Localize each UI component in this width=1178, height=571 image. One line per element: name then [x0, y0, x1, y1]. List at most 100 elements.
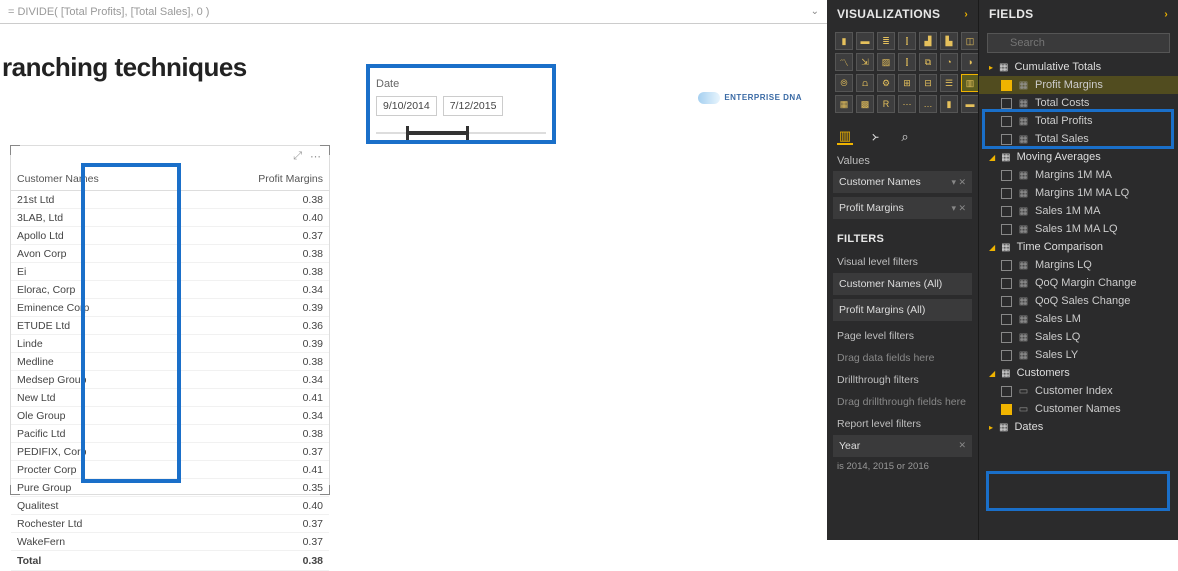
viz-type-icon[interactable]: ⚙ — [877, 74, 895, 92]
checkbox-icon[interactable] — [1001, 314, 1012, 325]
chevron-down-icon[interactable]: ⌄ — [811, 6, 819, 17]
table-row[interactable]: PEDIFIX, Corp0.37 — [11, 443, 329, 461]
viz-type-icon[interactable]: ▬ — [856, 32, 874, 50]
filter-well[interactable]: Customer Names (All) — [833, 273, 972, 295]
checkbox-icon[interactable] — [1001, 278, 1012, 289]
checkbox-icon[interactable] — [1001, 386, 1012, 397]
fields-tab-icon[interactable]: ▥ — [837, 129, 853, 145]
table-row[interactable]: Pacific Ltd0.38 — [11, 425, 329, 443]
checkbox-icon[interactable] — [1001, 206, 1012, 217]
field-item[interactable]: ▦Sales LQ — [979, 328, 1178, 346]
field-table[interactable]: ◢▦Customers — [979, 364, 1178, 382]
checkbox-icon[interactable] — [1001, 80, 1012, 91]
viz-type-icon[interactable]: ◔ — [940, 53, 958, 71]
field-table[interactable]: ◢▦Time Comparison — [979, 238, 1178, 256]
field-item[interactable]: ▦Total Sales — [979, 130, 1178, 148]
table-row[interactable]: Apollo Ltd0.37 — [11, 227, 329, 245]
field-table[interactable]: ◢▦Moving Averages — [979, 148, 1178, 166]
field-table[interactable]: ▸▦Cumulative Totals — [979, 58, 1178, 76]
checkbox-icon[interactable] — [1001, 224, 1012, 235]
viz-type-icon[interactable]: ▮ — [940, 95, 958, 113]
slider-handle-end[interactable] — [466, 126, 469, 140]
checkbox-icon[interactable] — [1001, 170, 1012, 181]
viz-type-icon[interactable]: ⊟ — [919, 74, 937, 92]
viz-type-icon[interactable]: ▟ — [919, 32, 937, 50]
field-item[interactable]: ▦Sales LM — [979, 310, 1178, 328]
viz-type-icon[interactable]: … — [919, 95, 937, 113]
slider-handle-start[interactable] — [406, 126, 409, 140]
search-input[interactable] — [987, 33, 1170, 53]
field-item[interactable]: ▦Sales LY — [979, 346, 1178, 364]
table-row[interactable]: Medline0.38 — [11, 353, 329, 371]
viz-type-icon[interactable]: ◑ — [961, 53, 979, 71]
table-header[interactable]: Profit Margins — [186, 168, 329, 191]
field-item[interactable]: ▦Sales 1M MA — [979, 202, 1178, 220]
table-row[interactable]: New Ltd0.41 — [11, 389, 329, 407]
field-item[interactable]: ▦QoQ Margin Change — [979, 274, 1178, 292]
viz-type-icon[interactable]: ⩍ — [856, 74, 874, 92]
table-row[interactable]: ETUDE Ltd0.36 — [11, 317, 329, 335]
date-slicer[interactable]: Date 9/10/2014 7/12/2015 — [376, 78, 546, 142]
viz-type-icon[interactable]: ▦ — [835, 95, 853, 113]
field-well[interactable]: Profit Margins▾ ✕ — [833, 197, 972, 219]
viz-type-icon[interactable]: ⋯ — [898, 95, 916, 113]
date-slider[interactable] — [376, 124, 546, 142]
filter-well[interactable]: Profit Margins (All) — [833, 299, 972, 321]
page-filters-drop[interactable]: Drag data fields here — [827, 347, 978, 369]
analytics-tab-icon[interactable]: ⌕ — [897, 129, 913, 145]
table-row[interactable]: Ei0.38 — [11, 263, 329, 281]
format-tab-icon[interactable]: ᚛ — [867, 129, 883, 145]
field-item[interactable]: ▦Sales 1M MA LQ — [979, 220, 1178, 238]
viz-type-icon[interactable]: ≣ — [877, 32, 895, 50]
checkbox-icon[interactable] — [1001, 296, 1012, 307]
drillthrough-drop[interactable]: Drag drillthrough fields here — [827, 391, 978, 413]
table-row[interactable]: Rochester Ltd0.37 — [11, 515, 329, 533]
viz-type-icon[interactable]: 〽 — [835, 53, 853, 71]
checkbox-icon[interactable] — [1001, 404, 1012, 415]
viz-type-icon[interactable]: ▙ — [940, 32, 958, 50]
focus-mode-icon[interactable]: ⤢ — [293, 150, 302, 163]
viz-type-icon[interactable]: R — [877, 95, 895, 113]
viz-type-icon[interactable]: ⦾ — [835, 74, 853, 92]
table-row[interactable]: Qualitest0.40 — [11, 497, 329, 515]
table-row[interactable]: Medsep Group0.34 — [11, 371, 329, 389]
viz-type-icon[interactable]: ⧉ — [919, 53, 937, 71]
viz-type-icon[interactable]: ⇲ — [856, 53, 874, 71]
checkbox-icon[interactable] — [1001, 350, 1012, 361]
checkbox-icon[interactable] — [1001, 188, 1012, 199]
field-item[interactable]: ▦QoQ Sales Change — [979, 292, 1178, 310]
checkbox-icon[interactable] — [1001, 98, 1012, 109]
checkbox-icon[interactable] — [1001, 116, 1012, 127]
table-row[interactable]: Procter Corp0.41 — [11, 461, 329, 479]
field-item[interactable]: ▦Margins 1M MA LQ — [979, 184, 1178, 202]
viz-type-icon[interactable]: ◫ — [961, 32, 979, 50]
chevron-right-icon[interactable]: › — [964, 9, 968, 20]
field-item[interactable]: ▭Customer Index — [979, 382, 1178, 400]
field-well[interactable]: Customer Names▾ ✕ — [833, 171, 972, 193]
viz-type-icon[interactable]: ☰ — [940, 74, 958, 92]
table-visual[interactable]: ⤢ ⋯ Customer NamesProfit Margins 21st Lt… — [10, 145, 330, 495]
field-table[interactable]: ▸▦Dates — [979, 418, 1178, 436]
table-row[interactable]: Avon Corp0.38 — [11, 245, 329, 263]
table-row[interactable]: 21st Ltd0.38 — [11, 191, 329, 209]
close-icon[interactable]: ✕ — [958, 440, 966, 452]
checkbox-icon[interactable] — [1001, 332, 1012, 343]
table-row[interactable]: 3LAB, Ltd0.40 — [11, 209, 329, 227]
more-options-icon[interactable]: ⋯ — [310, 150, 321, 163]
viz-type-icon[interactable]: ▩ — [856, 95, 874, 113]
table-row[interactable]: Eminence Corp0.39 — [11, 299, 329, 317]
year-filter-well[interactable]: Year✕ — [833, 435, 972, 457]
viz-type-icon[interactable]: ⫿ — [898, 32, 916, 50]
field-item[interactable]: ▦Margins LQ — [979, 256, 1178, 274]
field-item[interactable]: ▦Margins 1M MA — [979, 166, 1178, 184]
checkbox-icon[interactable] — [1001, 260, 1012, 271]
fields-header[interactable]: FIELDS › — [979, 0, 1178, 28]
field-item[interactable]: ▭Customer Names — [979, 400, 1178, 418]
viz-type-icon[interactable]: ▨ — [877, 53, 895, 71]
date-from-input[interactable]: 9/10/2014 — [376, 96, 437, 116]
visualizations-header[interactable]: VISUALIZATIONS › — [827, 0, 978, 28]
formula-bar[interactable]: = DIVIDE( [Total Profits], [Total Sales]… — [0, 0, 827, 24]
viz-type-icon[interactable]: ▥ — [961, 74, 979, 92]
table-row[interactable]: Elorac, Corp0.34 — [11, 281, 329, 299]
field-item[interactable]: ▦Total Costs — [979, 94, 1178, 112]
